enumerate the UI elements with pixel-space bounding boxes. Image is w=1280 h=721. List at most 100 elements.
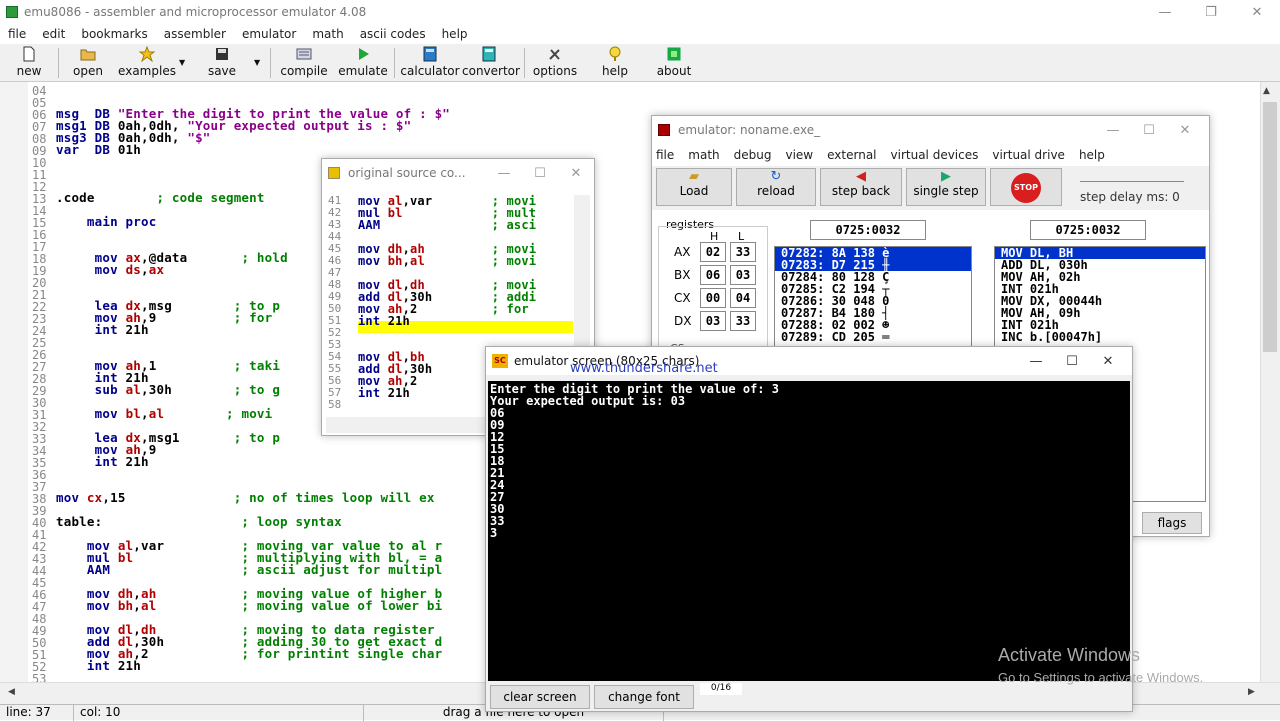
register-name: BX [674, 268, 691, 282]
menu-emulator[interactable]: emulator [234, 27, 304, 41]
save-button[interactable]: save [202, 46, 242, 80]
disassembly-row[interactable]: INC b.[00047h] [995, 331, 1205, 343]
emu-min-button[interactable]: — [1095, 116, 1131, 144]
reload-button[interactable]: ↻ reload [736, 168, 816, 206]
emulator-window-title: emulator: noname.exe_ [678, 123, 821, 137]
emu-close-button[interactable]: ✕ [1167, 116, 1203, 144]
scroll-right-icon[interactable]: ▶ [1248, 687, 1255, 697]
step-back-button[interactable]: ◀ step back [820, 168, 902, 206]
flags-button[interactable]: flags [1142, 512, 1202, 534]
open-button[interactable]: open [66, 46, 110, 80]
screen-close-button[interactable]: ✕ [1090, 347, 1126, 375]
editor-gutter [0, 82, 28, 682]
options-button[interactable]: options [532, 46, 578, 80]
line-number: 53 [32, 672, 47, 682]
source-min-button[interactable]: — [486, 159, 522, 187]
emu-menu-external[interactable]: external [827, 148, 876, 162]
register-high[interactable]: 00 [700, 288, 726, 308]
emulator-window-titlebar: emulator: noname.exe_ — ☐ ✕ [652, 116, 1209, 144]
source-max-button[interactable]: ☐ [522, 159, 558, 187]
app-icon [6, 6, 18, 18]
scroll-left-icon[interactable]: ◀ [8, 687, 15, 697]
calculator-button[interactable]: calculator [400, 46, 460, 80]
examples-button[interactable]: examples [118, 46, 176, 80]
compile-button[interactable]: compile [280, 46, 328, 80]
status-col: col: 10 [74, 705, 364, 721]
help-button[interactable]: help [598, 46, 632, 80]
stop-button[interactable]: STOP [990, 168, 1062, 206]
console-line: 18 [490, 454, 505, 468]
emu-menu-debug[interactable]: debug [734, 148, 772, 162]
emu-menu-virtual-drive[interactable]: virtual drive [992, 148, 1065, 162]
register-high[interactable]: 02 [700, 242, 726, 262]
source-window-titlebar: original source co... — ☐ ✕ [322, 159, 594, 187]
new-button[interactable]: new [10, 46, 48, 80]
emu-menu-file[interactable]: file [656, 148, 674, 162]
editor-vertical-scrollbar[interactable]: ▲ [1260, 82, 1280, 682]
scroll-up-icon[interactable]: ▲ [1263, 86, 1270, 96]
load-button[interactable]: ▰ Load [656, 168, 732, 206]
screen-min-button[interactable]: — [1018, 347, 1054, 375]
source-close-button[interactable]: ✕ [558, 159, 594, 187]
source-line-numbers: 41 42 43 44 45 46 47 48 49 50 51 52 53 54 55 56 57 58 [328, 195, 341, 411]
disassembly-address-field[interactable]: 0725:0032 [1030, 220, 1146, 240]
console-line: 3 [490, 526, 498, 540]
toolbar: new open examples ▼ save ▼ compile emula… [0, 44, 1280, 82]
minimize-button[interactable]: — [1142, 0, 1188, 24]
console-line: 09 [490, 418, 505, 432]
memory-row[interactable]: 07289: CD 205 ═ [775, 331, 971, 343]
menu-assembler[interactable]: assembler [156, 27, 234, 41]
about-icon [667, 47, 681, 61]
clear-screen-button[interactable]: clear screen [490, 685, 590, 709]
emu-max-button[interactable]: ☐ [1131, 116, 1167, 144]
window-title: emu8086 - assembler and microprocessor e… [24, 5, 367, 19]
emulator-menu: file math debug view external virtual de… [656, 148, 1105, 162]
star-icon [139, 46, 155, 62]
console-line: 30 [490, 502, 505, 516]
examples-dropdown-icon[interactable]: ▼ [179, 58, 185, 67]
console-output[interactable]: Enter the digit to print the value of: 3… [488, 381, 1130, 681]
memory-address-field[interactable]: 0725:0032 [810, 220, 926, 240]
menu-bookmarks[interactable]: bookmarks [73, 27, 155, 41]
emu-menu-math[interactable]: math [688, 148, 719, 162]
memory-list[interactable]: 07282: 8A 138 è 07283: D7 215 ╫ 07284: 80 … [774, 246, 972, 348]
menu-ascii-codes[interactable]: ascii codes [352, 27, 434, 41]
maximize-button[interactable]: ❐ [1188, 0, 1234, 24]
console-line: Your expected output is: 03 [490, 394, 686, 408]
register-high[interactable]: 03 [700, 311, 726, 331]
scroll-thumb[interactable] [1263, 102, 1277, 352]
emu-menu-help[interactable]: help [1079, 148, 1105, 162]
register-low[interactable]: 33 [730, 311, 756, 331]
char-counter: 0/16 [700, 683, 742, 695]
single-step-icon: ▶ [941, 169, 951, 184]
folder-icon [80, 49, 96, 61]
main-titlebar: emu8086 - assembler and microprocessor e… [0, 0, 1280, 24]
emulate-button[interactable]: emulate [338, 46, 388, 80]
emu-menu-virtual-devices[interactable]: virtual devices [891, 148, 979, 162]
emu-menu-view[interactable]: view [785, 148, 813, 162]
menu-file[interactable]: file [0, 27, 34, 41]
convertor-button[interactable]: convertor [462, 46, 520, 80]
menu-edit[interactable]: edit [34, 27, 73, 41]
menu-math[interactable]: math [304, 27, 351, 41]
source-window-title: original source co... [348, 166, 466, 180]
register-low[interactable]: 04 [730, 288, 756, 308]
calculator-icon [423, 46, 437, 62]
reload-icon: ↻ [770, 169, 782, 184]
register-low[interactable]: 03 [730, 265, 756, 285]
status-line: line: 37 [0, 705, 74, 721]
save-dropdown-icon[interactable]: ▼ [254, 58, 260, 67]
console-line: 15 [490, 442, 505, 456]
close-button[interactable]: ✕ [1234, 0, 1280, 24]
change-font-button[interactable]: change font [594, 685, 694, 709]
step-delay-slider[interactable] [1080, 174, 1184, 182]
single-step-button[interactable]: ▶ single step [906, 168, 986, 206]
register-name: CX [674, 291, 691, 305]
register-low[interactable]: 33 [730, 242, 756, 262]
menu-help[interactable]: help [434, 27, 476, 41]
screen-max-button[interactable]: ☐ [1054, 347, 1090, 375]
register-high[interactable]: 06 [700, 265, 726, 285]
convertor-icon [482, 46, 496, 62]
about-button[interactable]: about [654, 46, 694, 80]
load-folder-icon: ▰ [689, 169, 699, 184]
